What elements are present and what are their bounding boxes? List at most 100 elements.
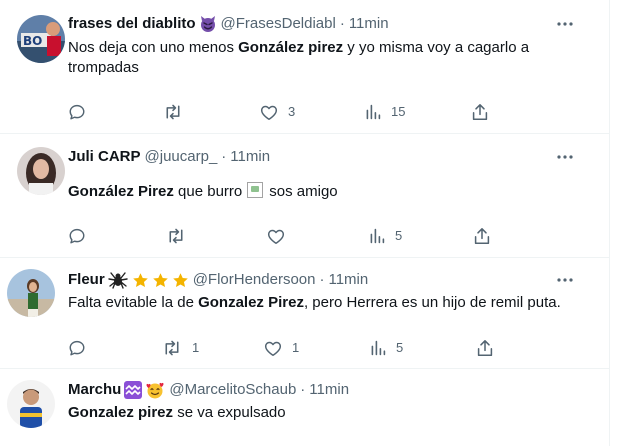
view-count: 15 [391, 104, 406, 119]
tweet-header: frases del diablito @FrasesDeldiabl · 11… [68, 14, 389, 34]
tweet-text: Falta evitable la de Gonzalez Pirez, per… [68, 293, 598, 313]
tweet[interactable]: BO frases del diablito @FrasesDeldiabl ·… [0, 0, 609, 134]
separator: · [221, 148, 227, 165]
separator: · [319, 271, 325, 288]
user-handle[interactable]: @juucarp_ [145, 147, 218, 167]
share-button[interactable] [474, 226, 490, 246]
share-icon [472, 104, 488, 120]
tweet-actions: 1 1 5 [68, 338, 498, 358]
svg-text:BO: BO [23, 34, 42, 48]
tweet-feed: BO frases del diablito @FrasesDeldiabl ·… [0, 0, 621, 446]
display-name[interactable]: frases del diablito [68, 14, 196, 34]
broken-image [247, 182, 264, 198]
retweet-icon [166, 104, 180, 120]
retweet-button[interactable]: 1 [162, 338, 199, 358]
more-options-button[interactable] [553, 147, 577, 167]
views-button[interactable]: 15 [365, 102, 405, 122]
retweet-icon [165, 340, 179, 356]
views-button[interactable]: 5 [369, 226, 402, 246]
avatar[interactable]: BO [17, 15, 65, 63]
more-options-button[interactable] [553, 14, 577, 34]
like-button[interactable]: 1 [264, 338, 299, 358]
user-handle[interactable]: @FrasesDeldiabl [221, 14, 336, 34]
avatar[interactable] [17, 147, 65, 195]
avatar[interactable] [7, 380, 55, 428]
views-icon [371, 340, 386, 356]
reply-button[interactable] [68, 226, 86, 246]
like-button[interactable] [267, 226, 285, 246]
tweet-text: Gonzalez pirez se va expulsado [68, 403, 588, 423]
retweet-button[interactable] [163, 102, 183, 122]
user-handle[interactable]: @FlorHendersoon [193, 270, 316, 290]
tweet-text-part: trompadas [68, 59, 139, 76]
column-border [609, 0, 610, 446]
view-count: 5 [395, 228, 403, 243]
timestamp[interactable]: 11min [230, 147, 270, 167]
timestamp[interactable]: 11min [328, 270, 368, 290]
retweet-count: 1 [192, 340, 200, 355]
star-emoji-icon [152, 272, 169, 289]
more-icon [557, 278, 573, 282]
reply-button[interactable] [68, 338, 86, 358]
tweet[interactable]: Marchu @MarcelitoSchaub · 11min Gonzalez… [0, 369, 609, 446]
reply-icon [69, 228, 85, 244]
devil-emoji-icon [199, 15, 217, 33]
tweet-actions: 5 [68, 226, 498, 246]
tweet-text-bold: Gonzalez Pirez [198, 294, 304, 311]
tweet-text-bold: Gonzalez pirez [68, 404, 174, 421]
separator: · [300, 381, 306, 398]
display-name[interactable]: Juli CARP [68, 147, 141, 167]
more-icon [557, 155, 573, 159]
user-handle[interactable]: @MarcelitoSchaub [169, 380, 296, 400]
tweet-text-part: sos amigo [269, 183, 338, 200]
spider-emoji-icon [107, 271, 128, 289]
tweet-text: González Pirez que burro sos amigo [68, 182, 588, 202]
star-emoji-icon [132, 272, 149, 289]
tweet[interactable]: Fleur @FlorHendersoon · 11min Falta evit… [0, 258, 609, 369]
smiling-face-hearts-emoji-icon [145, 381, 165, 399]
separator: · [339, 15, 345, 32]
timestamp[interactable]: 11min [309, 380, 349, 400]
heart-icon [267, 229, 285, 244]
tweet-text-bold: González Pirez [68, 183, 174, 200]
tweet-header: Marchu @MarcelitoSchaub · 11min [68, 380, 349, 400]
share-icon [474, 228, 490, 244]
share-button[interactable] [472, 102, 488, 122]
like-count: 3 [288, 104, 296, 119]
views-icon [370, 228, 385, 244]
tweet[interactable]: Juli CARP @juucarp_ · 11min González Pir… [0, 134, 609, 258]
tweet-text-part: Falta evitable la de [68, 294, 199, 311]
retweet-icon [169, 228, 183, 244]
share-icon [477, 340, 493, 356]
views-button[interactable]: 5 [370, 338, 403, 358]
reply-icon [69, 340, 85, 356]
avatar[interactable] [7, 269, 55, 317]
share-button[interactable] [477, 338, 493, 358]
display-name[interactable]: Marchu [68, 380, 121, 400]
views-icon [366, 104, 381, 120]
retweet-button[interactable] [166, 226, 186, 246]
like-button[interactable]: 3 [260, 102, 295, 122]
tweet-actions: 3 15 [68, 102, 498, 122]
star-emoji-icon [172, 272, 189, 289]
tweet-text-bold: González pirez [238, 39, 344, 56]
tweet-text: Nos deja con uno menos González pirez y … [68, 38, 588, 78]
tweet-header: Juli CARP @juucarp_ · 11min [68, 147, 270, 167]
more-options-button[interactable] [553, 270, 577, 290]
reply-icon [69, 104, 85, 120]
tweet-text-part: se va expulsado [173, 404, 286, 421]
tweet-text-part: , pero Herrera es un hijo de remil puta. [303, 294, 561, 311]
heart-icon [260, 105, 278, 120]
reply-button[interactable] [68, 102, 86, 122]
heart-icon [264, 341, 282, 356]
more-icon [557, 22, 573, 26]
view-count: 5 [396, 340, 404, 355]
tweet-text-part: que burro [173, 183, 243, 200]
aquarius-emoji-icon [124, 381, 143, 399]
like-count: 1 [292, 340, 300, 355]
tweet-text-part: y yo misma voy a cagarlo a [343, 39, 530, 56]
tweet-header: Fleur @FlorHendersoon · 11min [68, 270, 368, 290]
tweet-text-part: Nos deja con uno menos [68, 39, 239, 56]
timestamp[interactable]: 11min [349, 14, 389, 34]
display-name[interactable]: Fleur [68, 270, 105, 290]
